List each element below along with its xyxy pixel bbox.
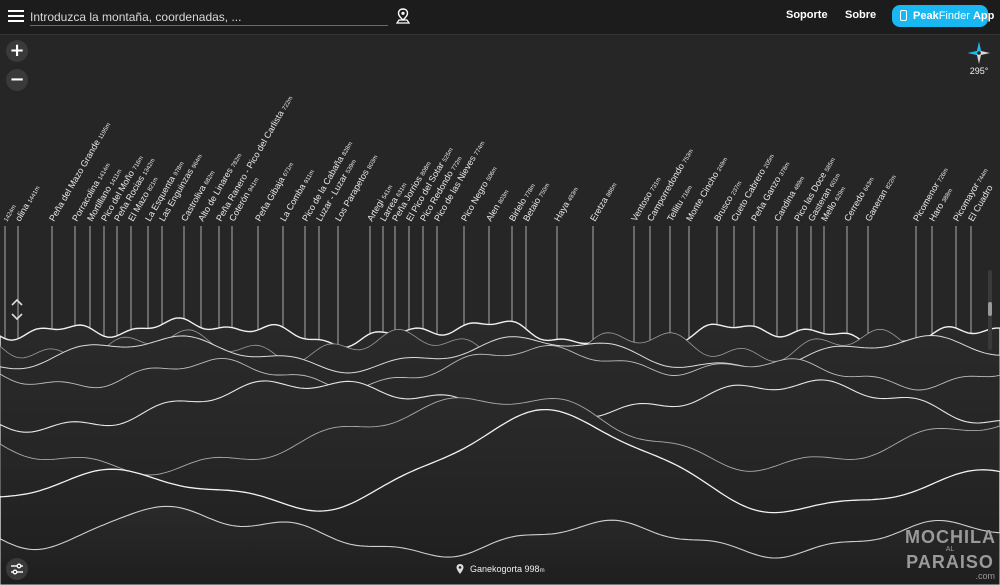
tilt-up-icon[interactable]	[10, 297, 24, 307]
app-button-label: PeakFinder App	[913, 10, 995, 22]
compass-heading: 295°	[969, 66, 989, 76]
terrain-silhouettes	[0, 317, 1000, 585]
search-input[interactable]	[30, 8, 388, 26]
peak-label[interactable]: Peña Ranero - Pico del Carlista 722m	[214, 94, 294, 223]
peak-label[interactable]: olina 1441m	[13, 183, 42, 223]
top-bar: Soporte Sobre PeakFinder App	[0, 0, 1000, 35]
map-pin-icon	[456, 564, 464, 574]
peak-label[interactable]: Eretza 886m	[588, 180, 618, 223]
zoom-out-button[interactable]: −	[6, 69, 28, 91]
phone-icon	[900, 10, 907, 21]
panorama-view[interactable]: 1424molina 1441m Peña del Mazo Grande 119…	[0, 34, 1000, 585]
location-search-icon[interactable]	[396, 8, 410, 24]
viewpoint-location[interactable]: Ganekogorta 998m	[456, 564, 545, 578]
app-button[interactable]: PeakFinder App	[892, 5, 994, 27]
menu-icon[interactable]	[8, 8, 24, 24]
nav-about-link[interactable]: Sobre	[845, 9, 876, 21]
viewpoint-name: Ganekogorta 998	[470, 564, 540, 574]
tilt-down-icon[interactable]	[10, 312, 24, 322]
sliders-icon	[11, 563, 23, 575]
compass-icon[interactable]	[966, 40, 992, 66]
watermark-logo: MOCHILA AL PARAISO .com	[905, 527, 996, 581]
settings-button[interactable]	[6, 558, 28, 580]
peak-label[interactable]: Haya 493m	[552, 185, 580, 223]
zoom-in-button[interactable]: +	[6, 40, 28, 62]
nav-support-link[interactable]: Soporte	[786, 9, 828, 21]
scrollbar[interactable]	[988, 270, 992, 350]
viewpoint-unit: m	[539, 568, 545, 574]
scrollbar-thumb[interactable]	[988, 302, 992, 316]
